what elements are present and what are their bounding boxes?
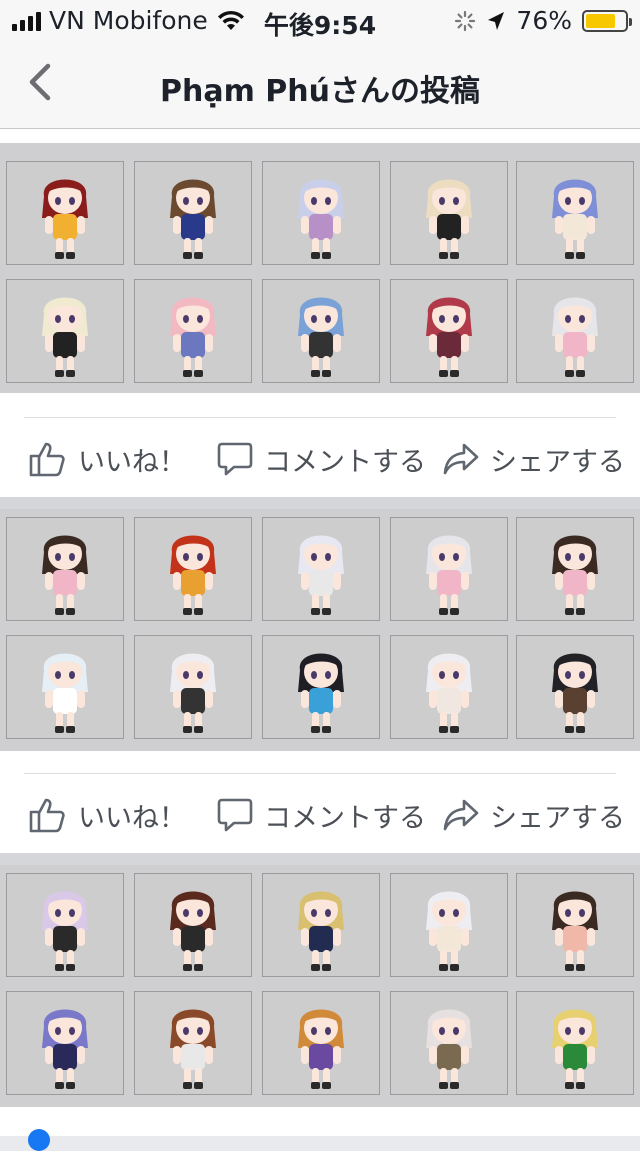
like-label: いいね！ [78, 802, 186, 834]
share-label: シェアする [490, 802, 625, 834]
character-figure [42, 1009, 88, 1089]
avatar[interactable] [28, 1129, 50, 1151]
character-figure [552, 179, 598, 259]
comment-icon [217, 442, 253, 476]
character-thumbnail [134, 161, 252, 265]
character-figure [426, 891, 472, 971]
post-card-2: いいね！ コメントする シェアする [0, 509, 640, 853]
character-thumbnail [516, 991, 634, 1095]
character-figure [42, 297, 88, 377]
character-thumbnail [262, 873, 380, 977]
character-figure [170, 297, 216, 377]
character-figure [298, 297, 344, 377]
character-thumbnail [262, 517, 380, 621]
character-thumbnail [134, 635, 252, 739]
character-figure [42, 179, 88, 259]
post-separator [0, 497, 640, 509]
character-thumbnail [134, 517, 252, 621]
like-label: いいね！ [78, 446, 186, 478]
character-figure [552, 535, 598, 615]
post-image-3[interactable] [0, 865, 640, 1107]
character-figure [170, 179, 216, 259]
divider [24, 773, 616, 774]
post-card-1: いいね！ コメントする シェアする [0, 129, 640, 497]
character-thumbnail [516, 517, 634, 621]
character-figure [170, 1009, 216, 1089]
character-thumbnail [6, 991, 124, 1095]
character-thumbnail [6, 279, 124, 383]
character-thumbnail [390, 161, 508, 265]
comment-button[interactable]: コメントする [216, 785, 426, 845]
character-figure [170, 653, 216, 733]
character-thumbnail [516, 873, 634, 977]
character-figure [552, 1009, 598, 1089]
post-card-3 [0, 865, 640, 1151]
like-button[interactable]: いいね！ [28, 429, 186, 489]
character-thumbnail [516, 161, 634, 265]
character-thumbnail [390, 635, 508, 739]
character-thumbnail [516, 279, 634, 383]
action-bar: いいね！ コメントする シェアする [0, 429, 640, 489]
post-separator [0, 853, 640, 865]
character-figure [426, 535, 472, 615]
character-thumbnail [262, 161, 380, 265]
post-image-1[interactable] [0, 143, 640, 393]
character-thumbnail [6, 873, 124, 977]
character-figure [42, 535, 88, 615]
character-thumbnail [262, 279, 380, 383]
share-label: シェアする [490, 446, 625, 478]
character-thumbnail [390, 517, 508, 621]
character-figure [552, 653, 598, 733]
location-arrow-icon [488, 11, 505, 30]
character-thumbnail [6, 161, 124, 265]
character-figure [298, 1009, 344, 1089]
character-figure [426, 653, 472, 733]
comment-icon [217, 798, 253, 832]
status-bar: VN Mobifone 午後9:54 76% [0, 0, 640, 40]
share-button[interactable]: シェアする [442, 429, 625, 489]
activity-spinner-icon [455, 10, 476, 31]
character-figure [552, 297, 598, 377]
share-button[interactable]: シェアする [442, 785, 625, 845]
character-figure [298, 653, 344, 733]
character-figure [426, 179, 472, 259]
like-button[interactable]: いいね！ [28, 785, 186, 845]
character-figure [170, 535, 216, 615]
character-figure [298, 891, 344, 971]
character-figure [552, 891, 598, 971]
post-image-2[interactable] [0, 509, 640, 751]
thumbs-up-icon [29, 442, 65, 477]
action-bar: いいね！ コメントする シェアする [0, 785, 640, 845]
character-figure [426, 297, 472, 377]
character-figure [42, 653, 88, 733]
character-thumbnail [134, 991, 252, 1095]
navigation-bar: Phạm Phúさんの投稿 [0, 40, 640, 129]
character-figure [170, 891, 216, 971]
character-thumbnail [390, 873, 508, 977]
character-thumbnail [390, 279, 508, 383]
character-thumbnail [516, 635, 634, 739]
share-arrow-icon [443, 799, 479, 831]
character-figure [42, 891, 88, 971]
character-thumbnail [6, 517, 124, 621]
divider [24, 417, 616, 418]
character-thumbnail [262, 635, 380, 739]
character-thumbnail [134, 279, 252, 383]
page-title: Phạm Phúさんの投稿 [160, 74, 480, 109]
character-thumbnail [6, 635, 124, 739]
thumbs-up-icon [29, 798, 65, 833]
comment-label: コメントする [264, 802, 426, 834]
character-thumbnail [134, 873, 252, 977]
character-figure [298, 179, 344, 259]
character-figure [426, 1009, 472, 1089]
comment-button[interactable]: コメントする [216, 429, 426, 489]
battery-icon [582, 9, 632, 32]
battery-percent: 76% [516, 6, 572, 35]
character-figure [298, 535, 344, 615]
character-thumbnail [262, 991, 380, 1095]
share-arrow-icon [443, 443, 479, 475]
comment-label: コメントする [264, 446, 426, 478]
character-thumbnail [390, 991, 508, 1095]
